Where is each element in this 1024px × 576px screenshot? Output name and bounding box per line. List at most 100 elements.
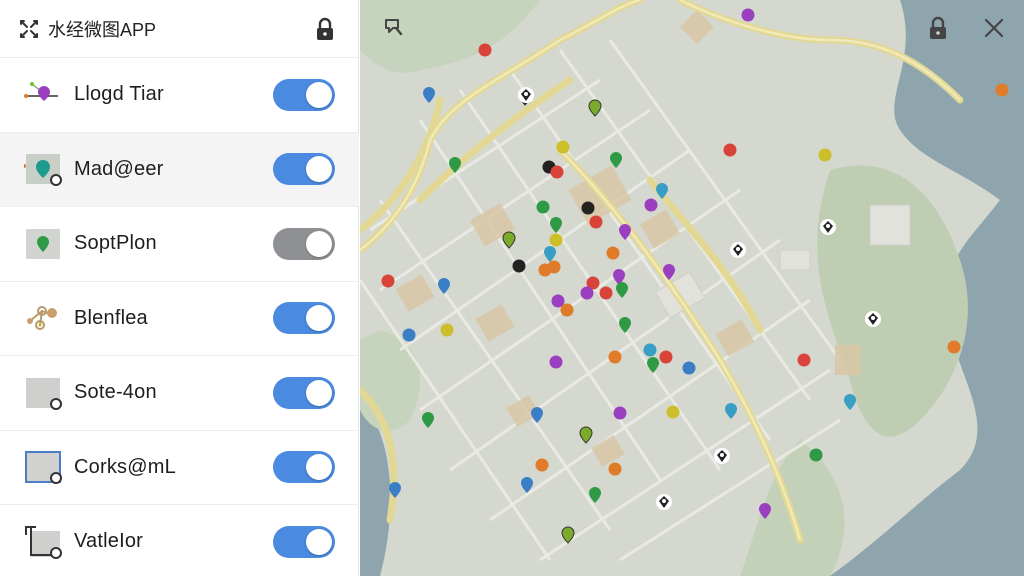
map-pin-icon[interactable] [615, 281, 629, 299]
map-pin-icon[interactable] [512, 257, 526, 275]
map-pin-icon[interactable] [618, 316, 632, 334]
search-area-icon[interactable] [378, 11, 410, 43]
layer-toggle[interactable] [273, 525, 335, 558]
locked-marker-icon[interactable] [517, 86, 535, 104]
map-pin-icon[interactable] [606, 244, 620, 262]
map-view[interactable] [360, 0, 1024, 576]
layer-item[interactable]: Blenflea [0, 282, 359, 356]
layer-item[interactable]: Corks@mL [0, 431, 359, 505]
layer-label: Blenflea [74, 306, 148, 329]
layer-label: Mad@eer [74, 157, 164, 180]
map-pin-icon[interactable] [589, 213, 603, 231]
map-pin-icon[interactable] [388, 481, 402, 499]
sidebar-header: 水经微图APP [0, 0, 358, 58]
map-pin-icon[interactable] [843, 393, 857, 411]
map-pin-icon[interactable] [659, 348, 673, 366]
layer-item[interactable]: Sote-4on [0, 356, 359, 431]
map-pin-icon[interactable] [579, 426, 593, 444]
map-pin-icon[interactable] [599, 284, 613, 302]
map-pin-icon[interactable] [758, 502, 772, 520]
layer-list: Llogd Tiar Mad@eer SoptPlon Blenflea Sot… [0, 58, 359, 576]
map-pin-icon[interactable] [421, 411, 435, 429]
map-pin-icon[interactable] [646, 356, 660, 374]
map-pin-icon[interactable] [530, 406, 544, 424]
toggle-knob [306, 230, 332, 257]
map-pin-icon[interactable] [448, 156, 462, 174]
layer-label: Llogd Tiar [74, 83, 164, 106]
layer-item[interactable]: Mad@eer [0, 132, 359, 207]
map-pin-icon[interactable] [662, 263, 676, 281]
map-pin-icon[interactable] [609, 151, 623, 169]
toggle-knob [306, 81, 332, 108]
layer-toggle[interactable] [273, 302, 335, 335]
map-pin-icon[interactable] [682, 359, 696, 377]
map-pin-icon[interactable] [809, 446, 823, 464]
toggle-knob [306, 379, 332, 406]
map-pin-icon[interactable] [536, 198, 550, 216]
map-pin-icon[interactable] [818, 146, 832, 164]
map-pin-icon[interactable] [947, 338, 961, 356]
layer-toggle[interactable] [273, 153, 335, 186]
map-pin-icon[interactable] [547, 258, 561, 276]
map-pin-icon[interactable] [608, 460, 622, 478]
map-pin-icon[interactable] [381, 272, 395, 290]
map-pin-icon[interactable] [995, 81, 1009, 99]
locked-marker-icon[interactable] [729, 241, 747, 259]
map-pin-icon[interactable] [561, 526, 575, 544]
map-pin-icon[interactable] [549, 353, 563, 371]
lock-icon[interactable] [314, 17, 336, 41]
map-pin-icon[interactable] [520, 476, 534, 494]
locked-marker-icon[interactable] [864, 310, 882, 328]
map-pin-icon[interactable] [502, 231, 516, 249]
map-pin-icon[interactable] [402, 326, 416, 344]
close-icon[interactable] [978, 12, 1010, 44]
gray-square-icon [24, 376, 62, 410]
layer-item[interactable]: Llogd Tiar [0, 58, 359, 133]
toggle-knob [306, 156, 332, 183]
layer-item[interactable]: SoptPlon [0, 207, 359, 282]
map-lock-icon[interactable] [922, 12, 954, 44]
toggle-knob [306, 305, 332, 332]
map-pin-icon[interactable] [422, 86, 436, 104]
locked-marker-icon[interactable] [713, 447, 731, 465]
layer-item[interactable]: VatleIor [0, 505, 359, 576]
map-pin-icon[interactable] [724, 402, 738, 420]
map-pin-icon[interactable] [560, 301, 574, 319]
teal-pin-map-icon [22, 152, 62, 187]
map-pin-icon[interactable] [613, 404, 627, 422]
toggle-knob [306, 454, 332, 481]
locked-marker-icon[interactable] [819, 218, 837, 236]
map-pin-icon[interactable] [437, 277, 451, 295]
node-cluster-icon [24, 301, 62, 335]
map-pin-icon[interactable] [618, 223, 632, 241]
layer-label: Corks@mL [74, 455, 176, 478]
map-pin-icon[interactable] [588, 99, 602, 117]
map-pin-icon[interactable] [666, 403, 680, 421]
crop-frame-icon [24, 525, 62, 559]
layer-toggle[interactable] [273, 451, 335, 484]
blue-square-icon [24, 450, 62, 485]
layer-toggle[interactable] [273, 376, 335, 409]
map-pin-icon[interactable] [478, 41, 492, 59]
app-title: 水经微图APP [48, 19, 157, 40]
map-pin-icon[interactable] [723, 141, 737, 159]
collapse-icon[interactable] [18, 18, 40, 40]
map-pin-icon[interactable] [644, 196, 658, 214]
map-basemap [360, 0, 1024, 576]
map-pin-icon[interactable] [608, 348, 622, 366]
map-pin-icon[interactable] [797, 351, 811, 369]
map-pin-icon[interactable] [580, 284, 594, 302]
layer-label: VatleIor [74, 530, 144, 553]
map-pin-icon[interactable] [741, 6, 755, 24]
map-pin-icon[interactable] [440, 321, 454, 339]
layer-toggle[interactable] [273, 78, 335, 111]
locked-marker-icon[interactable] [655, 493, 673, 511]
layer-label: SoptPlon [74, 232, 157, 255]
toggle-knob [306, 528, 332, 555]
map-pin-icon[interactable] [556, 138, 570, 156]
map-pin-icon[interactable] [535, 456, 549, 474]
map-pin-icon[interactable] [588, 486, 602, 504]
map-pin-icon[interactable] [550, 163, 564, 181]
layer-toggle[interactable] [273, 227, 335, 260]
layers-sidebar: 水经微图APP Llogd Tiar Mad@eer SoptPlon Blen… [0, 0, 359, 576]
